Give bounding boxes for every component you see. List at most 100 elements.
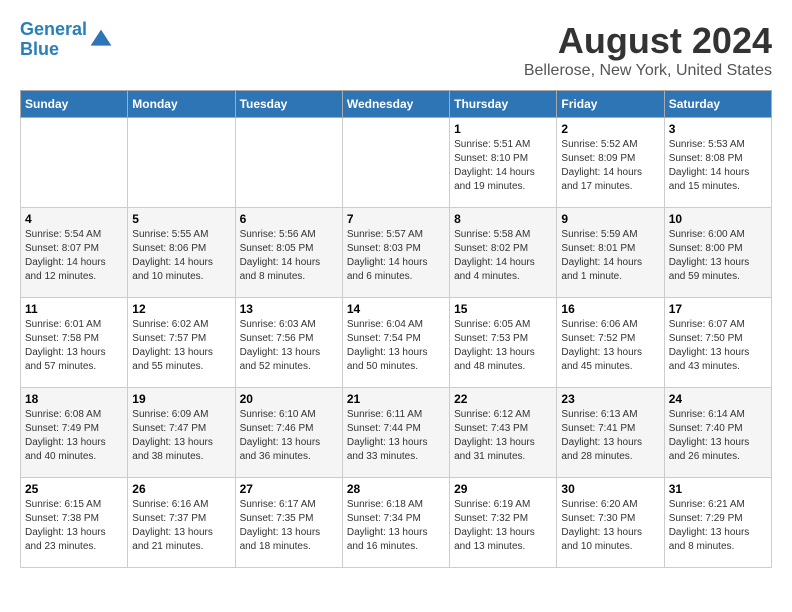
weekday-header: Saturday xyxy=(664,91,771,118)
weekday-header: Thursday xyxy=(450,91,557,118)
day-number: 28 xyxy=(347,482,445,496)
calendar-cell: 19 Sunrise: 6:09 AM Sunset: 7:47 PM Dayli… xyxy=(128,388,235,478)
day-info: Sunrise: 5:53 AM Sunset: 8:08 PM Dayligh… xyxy=(669,138,767,194)
calendar-cell: 5 Sunrise: 5:55 AM Sunset: 8:06 PM Daylig… xyxy=(128,208,235,298)
calendar-cell: 25 Sunrise: 6:15 AM Sunset: 7:38 PM Dayli… xyxy=(21,478,128,568)
day-number: 24 xyxy=(669,392,767,406)
main-title: August 2024 xyxy=(524,20,772,62)
day-info: Sunrise: 6:01 AM Sunset: 7:58 PM Dayligh… xyxy=(25,318,123,374)
calendar-cell: 16 Sunrise: 6:06 AM Sunset: 7:52 PM Dayli… xyxy=(557,298,664,388)
day-number: 14 xyxy=(347,302,445,316)
calendar-cell: 30 Sunrise: 6:20 AM Sunset: 7:30 PM Dayli… xyxy=(557,478,664,568)
day-number: 27 xyxy=(240,482,338,496)
day-info: Sunrise: 6:18 AM Sunset: 7:34 PM Dayligh… xyxy=(347,498,445,554)
day-info: Sunrise: 6:10 AM Sunset: 7:46 PM Dayligh… xyxy=(240,408,338,464)
calendar-cell: 2Sunrise: 5:52 AM Sunset: 8:09 PM Daylig… xyxy=(557,118,664,208)
calendar-cell xyxy=(128,118,235,208)
weekday-header: Sunday xyxy=(21,91,128,118)
day-info: Sunrise: 5:55 AM Sunset: 8:06 PM Dayligh… xyxy=(132,228,230,284)
day-info: Sunrise: 6:19 AM Sunset: 7:32 PM Dayligh… xyxy=(454,498,552,554)
day-number: 8 xyxy=(454,212,552,226)
day-number: 21 xyxy=(347,392,445,406)
calendar-body: 1 Sunrise: 5:51 AM Sunset: 8:10 PM Daylig… xyxy=(21,118,772,568)
calendar-cell xyxy=(21,118,128,208)
day-number: 22 xyxy=(454,392,552,406)
day-info: Sunrise: 5:59 AM Sunset: 8:01 PM Dayligh… xyxy=(561,228,659,284)
day-number: 17 xyxy=(669,302,767,316)
calendar-cell: 24Sunrise: 6:14 AM Sunset: 7:40 PM Dayli… xyxy=(664,388,771,478)
day-info: Sunrise: 6:15 AM Sunset: 7:38 PM Dayligh… xyxy=(25,498,123,554)
calendar-week-row: 4Sunrise: 5:54 AM Sunset: 8:07 PM Daylig… xyxy=(21,208,772,298)
day-number: 7 xyxy=(347,212,445,226)
calendar-cell: 29Sunrise: 6:19 AM Sunset: 7:32 PM Dayli… xyxy=(450,478,557,568)
weekday-header: Friday xyxy=(557,91,664,118)
calendar-cell: 11 Sunrise: 6:01 AM Sunset: 7:58 PM Dayli… xyxy=(21,298,128,388)
day-number: 3 xyxy=(669,122,767,136)
day-number: 23 xyxy=(561,392,659,406)
day-info: Sunrise: 6:04 AM Sunset: 7:54 PM Dayligh… xyxy=(347,318,445,374)
day-info: Sunrise: 6:03 AM Sunset: 7:56 PM Dayligh… xyxy=(240,318,338,374)
day-info: Sunrise: 5:51 AM Sunset: 8:10 PM Dayligh… xyxy=(454,138,552,194)
weekday-header: Tuesday xyxy=(235,91,342,118)
calendar-cell xyxy=(235,118,342,208)
day-number: 5 xyxy=(132,212,230,226)
calendar-cell: 13 Sunrise: 6:03 AM Sunset: 7:56 PM Dayli… xyxy=(235,298,342,388)
calendar-cell: 28 Sunrise: 6:18 AM Sunset: 7:34 PM Dayli… xyxy=(342,478,449,568)
logo: General Blue xyxy=(20,20,113,60)
calendar-cell: 26Sunrise: 6:16 AM Sunset: 7:37 PM Dayli… xyxy=(128,478,235,568)
day-info: Sunrise: 5:58 AM Sunset: 8:02 PM Dayligh… xyxy=(454,228,552,284)
calendar-cell: 18 Sunrise: 6:08 AM Sunset: 7:49 PM Dayli… xyxy=(21,388,128,478)
logo-icon xyxy=(89,28,113,52)
calendar-cell: 1 Sunrise: 5:51 AM Sunset: 8:10 PM Daylig… xyxy=(450,118,557,208)
calendar-cell: 7 Sunrise: 5:57 AM Sunset: 8:03 PM Daylig… xyxy=(342,208,449,298)
day-info: Sunrise: 6:00 AM Sunset: 8:00 PM Dayligh… xyxy=(669,228,767,284)
calendar-cell: 17Sunrise: 6:07 AM Sunset: 7:50 PM Dayli… xyxy=(664,298,771,388)
calendar-cell: 23Sunrise: 6:13 AM Sunset: 7:41 PM Dayli… xyxy=(557,388,664,478)
calendar-cell: 3 Sunrise: 5:53 AM Sunset: 8:08 PM Daylig… xyxy=(664,118,771,208)
calendar-cell: 4Sunrise: 5:54 AM Sunset: 8:07 PM Daylig… xyxy=(21,208,128,298)
day-number: 15 xyxy=(454,302,552,316)
calendar-week-row: 25 Sunrise: 6:15 AM Sunset: 7:38 PM Dayli… xyxy=(21,478,772,568)
day-number: 30 xyxy=(561,482,659,496)
day-number: 19 xyxy=(132,392,230,406)
calendar-cell: 21 Sunrise: 6:11 AM Sunset: 7:44 PM Dayli… xyxy=(342,388,449,478)
calendar-cell: 27Sunrise: 6:17 AM Sunset: 7:35 PM Dayli… xyxy=(235,478,342,568)
calendar-header-row: SundayMondayTuesdayWednesdayThursdayFrid… xyxy=(21,91,772,118)
calendar-cell xyxy=(342,118,449,208)
day-number: 12 xyxy=(132,302,230,316)
calendar-cell: 9Sunrise: 5:59 AM Sunset: 8:01 PM Daylig… xyxy=(557,208,664,298)
day-number: 11 xyxy=(25,302,123,316)
calendar-cell: 10Sunrise: 6:00 AM Sunset: 8:00 PM Dayli… xyxy=(664,208,771,298)
day-info: Sunrise: 6:16 AM Sunset: 7:37 PM Dayligh… xyxy=(132,498,230,554)
calendar-table: SundayMondayTuesdayWednesdayThursdayFrid… xyxy=(20,90,772,568)
day-info: Sunrise: 6:06 AM Sunset: 7:52 PM Dayligh… xyxy=(561,318,659,374)
day-info: Sunrise: 5:57 AM Sunset: 8:03 PM Dayligh… xyxy=(347,228,445,284)
weekday-header: Monday xyxy=(128,91,235,118)
day-info: Sunrise: 6:02 AM Sunset: 7:57 PM Dayligh… xyxy=(132,318,230,374)
day-info: Sunrise: 6:20 AM Sunset: 7:30 PM Dayligh… xyxy=(561,498,659,554)
day-number: 25 xyxy=(25,482,123,496)
day-number: 6 xyxy=(240,212,338,226)
calendar-cell: 6 Sunrise: 5:56 AM Sunset: 8:05 PM Daylig… xyxy=(235,208,342,298)
day-info: Sunrise: 6:09 AM Sunset: 7:47 PM Dayligh… xyxy=(132,408,230,464)
day-info: Sunrise: 6:11 AM Sunset: 7:44 PM Dayligh… xyxy=(347,408,445,464)
day-number: 13 xyxy=(240,302,338,316)
day-info: Sunrise: 6:12 AM Sunset: 7:43 PM Dayligh… xyxy=(454,408,552,464)
day-info: Sunrise: 5:56 AM Sunset: 8:05 PM Dayligh… xyxy=(240,228,338,284)
calendar-week-row: 11 Sunrise: 6:01 AM Sunset: 7:58 PM Dayli… xyxy=(21,298,772,388)
day-number: 16 xyxy=(561,302,659,316)
day-number: 31 xyxy=(669,482,767,496)
logo-text: General Blue xyxy=(20,20,87,60)
day-info: Sunrise: 5:52 AM Sunset: 8:09 PM Dayligh… xyxy=(561,138,659,194)
calendar-cell: 8 Sunrise: 5:58 AM Sunset: 8:02 PM Daylig… xyxy=(450,208,557,298)
day-number: 1 xyxy=(454,122,552,136)
calendar-week-row: 1 Sunrise: 5:51 AM Sunset: 8:10 PM Daylig… xyxy=(21,118,772,208)
day-info: Sunrise: 6:21 AM Sunset: 7:29 PM Dayligh… xyxy=(669,498,767,554)
calendar-cell: 20 Sunrise: 6:10 AM Sunset: 7:46 PM Dayli… xyxy=(235,388,342,478)
day-number: 20 xyxy=(240,392,338,406)
day-number: 18 xyxy=(25,392,123,406)
day-number: 4 xyxy=(25,212,123,226)
day-info: Sunrise: 6:08 AM Sunset: 7:49 PM Dayligh… xyxy=(25,408,123,464)
weekday-header: Wednesday xyxy=(342,91,449,118)
calendar-cell: 15Sunrise: 6:05 AM Sunset: 7:53 PM Dayli… xyxy=(450,298,557,388)
